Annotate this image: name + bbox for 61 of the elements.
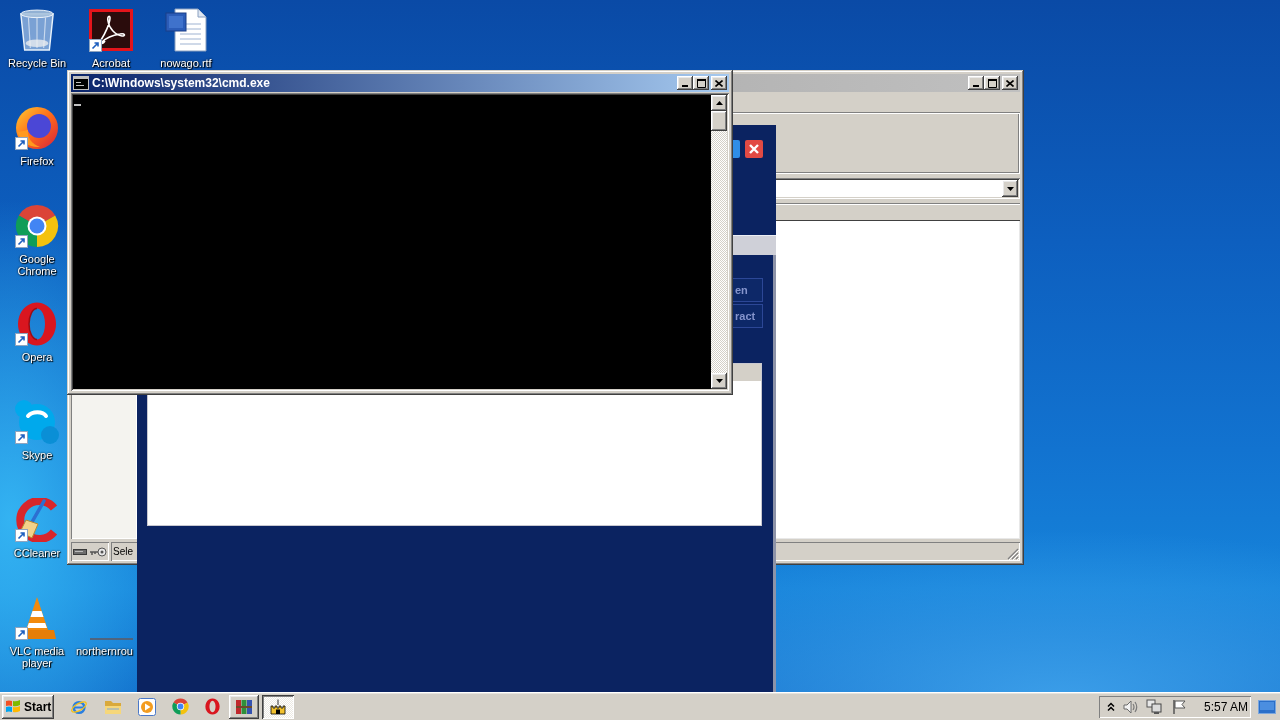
close-button[interactable] [711,76,727,90]
action-button[interactable]: ract [733,304,763,328]
chevron-icon[interactable] [1106,701,1115,712]
play-icon[interactable] [138,697,156,716]
icon-label[interactable]: Firefox [20,155,54,167]
ring-logo-icon[interactable] [17,302,57,346]
icon-label[interactable]: Google Chrome [4,253,70,277]
maximize-icon [696,78,706,88]
close-button[interactable] [1002,76,1018,90]
start-button[interactable]: Start [2,694,54,719]
show-desktop-icon[interactable] [1258,699,1276,714]
dropdown-button[interactable] [1002,180,1018,197]
clock[interactable]: 5:57 AM [1203,699,1248,714]
close-icon [715,79,723,87]
caret-icon [1006,186,1014,191]
icon-label[interactable]: Acrobat [92,57,130,69]
taskbar-button[interactable] [262,694,294,719]
icon-label[interactable]: nowago.rtf [160,57,212,69]
scroll-up-button[interactable] [711,95,727,111]
circle-logo-icon[interactable] [15,204,59,248]
up-arrow-icon [715,101,723,105]
icon-label[interactable]: VLC media player [4,645,70,669]
resize-grip-icon[interactable] [1007,548,1019,560]
swirl-logo-icon[interactable] [89,9,133,51]
document-icon[interactable] [165,8,207,52]
window-title: C:\Windows\system32\cmd.exe [92,76,271,90]
flag-icon[interactable] [1171,698,1188,715]
cloud-logo-icon[interactable] [14,400,60,444]
minimize-button[interactable] [677,76,693,90]
icon-label[interactable]: Opera [21,351,53,363]
fox-globe-icon[interactable] [14,106,60,150]
icon-label[interactable]: Recycle Bin [7,57,67,69]
scroll-down-button[interactable] [711,373,727,389]
scrollbar-thumb[interactable] [711,111,727,131]
down-arrow-icon [715,379,723,383]
drive-icon [73,548,87,555]
minimize-icon [682,85,688,87]
action-button[interactable]: en [733,278,763,302]
status-text: Sele [113,546,133,557]
minimize-icon [973,85,979,87]
close-icon[interactable] [745,140,763,158]
trash-bin-icon[interactable] [18,8,56,52]
icon-label[interactable]: northernrou [76,645,133,657]
start-logo-icon [5,699,21,714]
circle-logo-icon[interactable] [172,698,189,715]
maximize-button[interactable] [984,76,1000,90]
icon-label[interactable]: Skype [21,449,53,461]
key-icon [89,546,107,557]
minimize-button[interactable] [968,76,984,90]
books-icon [235,698,253,715]
console-icon [73,76,89,90]
close-icon [1006,79,1014,87]
scrollbar[interactable] [711,95,727,389]
text-cursor-icon [74,104,81,106]
speaker-icon[interactable] [1122,698,1139,715]
network-icon[interactable] [1145,698,1162,715]
brush-logo-icon[interactable] [14,498,60,542]
taskbar-button[interactable] [229,694,259,719]
maximize-icon [987,78,997,88]
maximize-button[interactable] [693,76,709,90]
castle-icon [269,698,287,715]
